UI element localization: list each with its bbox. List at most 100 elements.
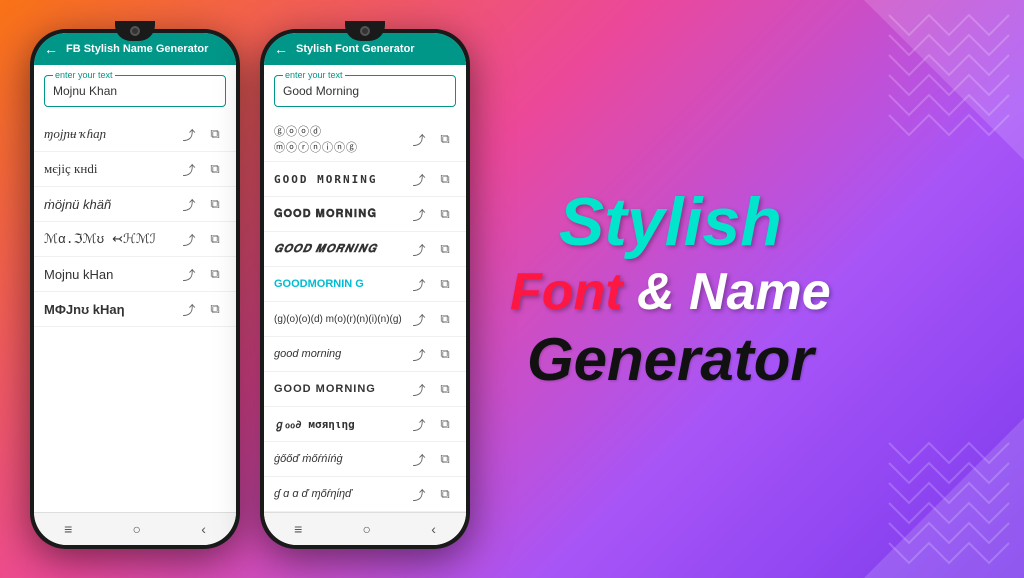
back-arrow-icon[interactable]: ← — [44, 41, 58, 57]
phone-1-input-section: enter your text — [34, 65, 236, 113]
copy-button[interactable]: ⧉ — [434, 448, 456, 470]
list-item: GOOD MORNING ⤴ ⧉ — [264, 372, 466, 407]
share-button[interactable]: ⤴ — [408, 378, 430, 400]
phone-2-title: Stylish Font Generator — [296, 43, 415, 55]
copy-button[interactable]: ⧉ — [434, 308, 456, 330]
font-text: ⓖⓞⓞⓓ ⓜⓞⓡⓝⓘⓝⓖ — [274, 123, 408, 155]
share-button[interactable]: ⤴ — [408, 343, 430, 365]
share-button[interactable]: ⤴ — [408, 238, 430, 260]
brand-font-name: Font & Name — [510, 264, 831, 321]
share-button[interactable]: ⤴ — [408, 413, 430, 435]
phone-1-text-field: enter your text — [44, 75, 226, 107]
font-actions: ⤴ ⧉ — [178, 263, 226, 285]
copy-button[interactable]: ⧉ — [204, 228, 226, 250]
brand-ampersand-name: & Name — [623, 263, 831, 321]
camera-dot-2 — [360, 26, 370, 36]
font-text: GOOD MORNING — [274, 173, 408, 186]
copy-button[interactable]: ⧉ — [204, 263, 226, 285]
share-button[interactable]: ⤴ — [408, 308, 430, 330]
copy-button[interactable]: ⧉ — [434, 168, 456, 190]
font-text: Mojnu kHan — [44, 267, 178, 282]
home-icon[interactable]: ○ — [133, 521, 141, 537]
list-item: ⓖⓞⓞⓓ ⓜⓞⓡⓝⓘⓝⓖ ⤴ ⧉ — [264, 117, 466, 162]
font-actions: ⤴ ⧉ — [178, 298, 226, 320]
copy-button[interactable]: ⧉ — [434, 413, 456, 435]
font-text: ɠ ɑ ɑ ď ɱőŕηίηď — [274, 488, 408, 500]
back-icon[interactable]: ‹ — [201, 521, 206, 537]
list-item: ℳα.ℑℳʊ ↢ℋℳℐ ⤴ ⧉ — [34, 222, 236, 257]
copy-button[interactable]: ⧉ — [434, 483, 456, 505]
list-item: MФJnʊ kHaη ⤴ ⧉ — [34, 292, 236, 327]
phone-1-font-list: ɱojɲʉ ҡɦaɲ ⤴ ⧉ мєjiç кнdi ⤴ ⧉ ṁöjnü khäñ… — [34, 113, 236, 512]
copy-button[interactable]: ⧉ — [434, 378, 456, 400]
back-icon-2[interactable]: ‹ — [431, 521, 436, 537]
phone-1-title: FB Stylish Name Generator — [66, 43, 208, 55]
share-button[interactable]: ⤴ — [178, 298, 200, 320]
font-actions: ⤴ ⧉ — [408, 308, 456, 330]
share-button[interactable]: ⤴ — [408, 448, 430, 470]
share-button[interactable]: ⤴ — [408, 273, 430, 295]
font-actions: ⤴ ⧉ — [408, 203, 456, 225]
copy-button[interactable]: ⧉ — [434, 273, 456, 295]
share-button[interactable]: ⤴ — [178, 263, 200, 285]
list-item: (g)(o)(o)(d) m(o)(r)(n)(i)(n)(g) ⤴ ⧉ — [264, 302, 466, 337]
font-text: 𝐆𝐎𝐎𝐃 𝐌𝐎𝐑𝐍𝐈𝐍𝐆 — [274, 208, 408, 221]
phone-2-input[interactable] — [283, 84, 447, 98]
font-actions: ⤴ ⧉ — [408, 168, 456, 190]
font-actions: ⤴ ⧉ — [178, 158, 226, 180]
phone-1-bottom-nav: ≡ ○ ‹ — [34, 512, 236, 545]
home-icon-2[interactable]: ○ — [363, 521, 371, 537]
list-item: ɱojɲʉ ҡɦaɲ ⤴ ⧉ — [34, 117, 236, 152]
brand-font-word: Font — [510, 263, 623, 321]
phone-1-input[interactable] — [53, 84, 217, 98]
share-button[interactable]: ⤴ — [178, 193, 200, 215]
font-actions: ⤴ ⧉ — [408, 413, 456, 435]
share-button[interactable]: ⤴ — [178, 158, 200, 180]
font-text: 𝑮𝑶𝑶𝑫 𝑴𝑶𝑹𝑵𝑰𝑵𝑮 — [274, 243, 408, 256]
copy-button[interactable]: ⧉ — [434, 343, 456, 365]
phone-2-input-label: enter your text — [283, 70, 345, 80]
back-arrow-icon-2[interactable]: ← — [274, 41, 288, 57]
camera-dot — [130, 26, 140, 36]
copy-button[interactable]: ⧉ — [434, 128, 456, 150]
menu-icon-2[interactable]: ≡ — [294, 521, 302, 537]
copy-button[interactable]: ⧉ — [204, 123, 226, 145]
font-actions: ⤴ ⧉ — [408, 128, 456, 150]
font-text: (g)(o)(o)(d) m(o)(r)(n)(i)(n)(g) — [274, 314, 408, 325]
share-button[interactable]: ⤴ — [408, 483, 430, 505]
brand-generator: Generator — [527, 330, 814, 390]
share-button[interactable]: ⤴ — [408, 168, 430, 190]
brand-stylish: Stylish — [559, 188, 782, 256]
font-actions: ⤴ ⧉ — [178, 123, 226, 145]
share-button[interactable]: ⤴ — [408, 128, 430, 150]
font-text: good morning — [274, 348, 408, 360]
list-item: ṁöjnü khäñ ⤴ ⧉ — [34, 187, 236, 222]
share-button[interactable]: ⤴ — [178, 228, 200, 250]
font-text: GOODMORNIN G — [274, 278, 408, 290]
font-actions: ⤴ ⧉ — [408, 448, 456, 470]
phone-2-screen: ← Stylish Font Generator enter your text… — [264, 33, 466, 545]
list-item: Mojnu kHan ⤴ ⧉ — [34, 257, 236, 292]
menu-icon[interactable]: ≡ — [64, 521, 72, 537]
deco-top-right — [864, 0, 1024, 160]
copy-button[interactable]: ⧉ — [434, 238, 456, 260]
phone-1-screen: ← FB Stylish Name Generator enter your t… — [34, 33, 236, 545]
copy-button[interactable]: ⧉ — [434, 203, 456, 225]
zigzag-bottom-right — [879, 433, 1019, 573]
font-text: GOOD MORNING — [274, 383, 408, 395]
share-button[interactable]: ⤴ — [408, 203, 430, 225]
copy-button[interactable]: ⧉ — [204, 193, 226, 215]
share-button[interactable]: ⤴ — [178, 123, 200, 145]
list-item: ġőőď ṁőŕńíńġ ⤴ ⧉ — [264, 442, 466, 477]
font-text: ġőőď ṁőŕńíńġ — [274, 453, 408, 465]
font-actions: ⤴ ⧉ — [408, 273, 456, 295]
list-item: GOOD MORNING ⤴ ⧉ — [264, 162, 466, 197]
phone-2-input-section: enter your text — [264, 65, 466, 113]
zigzag-top-right — [879, 5, 1019, 145]
list-item: 𝐆𝐎𝐎𝐃 𝐌𝐎𝐑𝐍𝐈𝐍𝐆 ⤴ ⧉ — [264, 197, 466, 232]
copy-button[interactable]: ⧉ — [204, 158, 226, 180]
font-text: ℊℴℴ∂ мσяηιηg — [274, 416, 408, 432]
list-item: GOODMORNIN G ⤴ ⧉ — [264, 267, 466, 302]
copy-button[interactable]: ⧉ — [204, 298, 226, 320]
phone-2-font-list: ⓖⓞⓞⓓ ⓜⓞⓡⓝⓘⓝⓖ ⤴ ⧉ GOOD MORNING ⤴ ⧉ 𝐆𝐎𝐎𝐃 𝐌… — [264, 113, 466, 512]
